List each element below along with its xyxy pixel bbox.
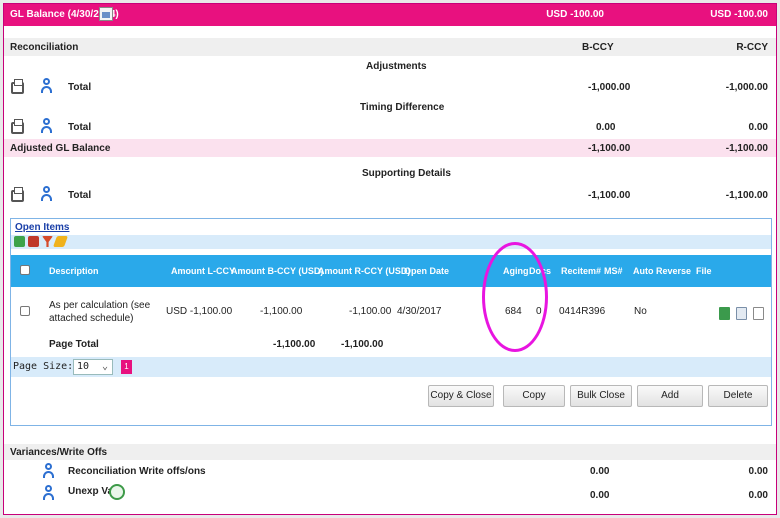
edit-icon[interactable] [52, 236, 69, 247]
print-icon[interactable] [11, 187, 24, 202]
writeoffs-rccy: 0.00 [748, 466, 768, 477]
row-auto-reverse: No [634, 306, 647, 317]
person-icon[interactable] [40, 78, 54, 94]
open-items-panel: Open Items Description Amount L-CCY Amou… [10, 218, 772, 426]
person-icon[interactable] [42, 463, 56, 479]
add-icon[interactable] [14, 236, 25, 247]
supporting-rccy: -1,100.00 [725, 190, 768, 201]
header-left-value: USD -100.00 [546, 9, 604, 20]
delete-button[interactable]: Delete [708, 385, 768, 407]
writeoffs-label: Reconciliation Write offs/ons [68, 466, 206, 477]
timing-total-label: Total [68, 122, 92, 133]
row-amount-lccy: USD -1,100.00 [166, 306, 233, 317]
col-amount-bccy[interactable]: Amount B-CCY (USD) [231, 266, 323, 276]
supporting-bccy: -1,100.00 [588, 190, 631, 201]
variance-row-writeoffs: Reconciliation Write offs/ons 0.00 0.00 [4, 462, 776, 480]
current-page-button[interactable]: 1 [121, 360, 132, 374]
row-description-line2: attached schedule) [49, 313, 134, 324]
page-total-rccy: -1,100.00 [341, 339, 384, 350]
col-description[interactable]: Description [49, 266, 99, 276]
page-size-value: 10 [77, 361, 90, 372]
adjusted-rccy: -1,100.00 [725, 143, 768, 154]
highlight-circle [482, 242, 548, 352]
variance-row-unexp: Unexp Var 0.00 0.00 [4, 482, 776, 504]
bulk-close-button[interactable]: Bulk Close [570, 385, 632, 407]
adjusted-gl-balance-row: Adjusted GL Balance -1,100.00 -1,100.00 [4, 139, 776, 157]
timing-rccy: 0.00 [748, 122, 768, 133]
open-items-link[interactable]: Open Items [15, 222, 69, 233]
page-size-select[interactable]: 10 ⌄ [73, 359, 113, 375]
person-icon[interactable] [42, 485, 56, 501]
supporting-total-label: Total [68, 190, 92, 201]
col-amount-lccy[interactable]: Amount L-CCY [171, 266, 235, 276]
reconciliation-row: Reconciliation B-CCY R-CCY [4, 38, 776, 56]
unexp-var-bccy: 0.00 [590, 490, 610, 501]
unexp-var-rccy: 0.00 [748, 490, 768, 501]
adjustments-heading-row: Adjustments [4, 58, 776, 74]
person-icon[interactable] [40, 118, 54, 134]
adjustments-label: Adjustments [366, 61, 427, 72]
refresh-icon[interactable] [719, 307, 730, 320]
col-recitem[interactable]: Recitem# [561, 266, 601, 276]
print-icon[interactable] [11, 79, 24, 94]
gl-balance-header: GL Balance (4/30/2014) USD -100.00 USD -… [4, 4, 776, 26]
open-items-table-header: Description Amount L-CCY Amount B-CCY (U… [11, 255, 771, 287]
export-icon[interactable] [28, 236, 39, 247]
row-amount-rccy: -1,100.00 [349, 306, 392, 317]
adjusted-gl-balance-label: Adjusted GL Balance [10, 143, 111, 154]
writeoffs-bccy: 0.00 [590, 466, 610, 477]
attachment-icon[interactable] [753, 307, 764, 320]
page-total-bccy: -1,100.00 [273, 339, 316, 350]
page-total-row: Page Total -1,100.00 -1,100.00 [11, 337, 771, 353]
col-open-date[interactable]: Open Date [404, 266, 449, 276]
row-recitem[interactable]: 0414R396 [559, 306, 605, 317]
document-icon[interactable] [736, 307, 747, 320]
gl-balance-panel: GL Balance (4/30/2014) USD -100.00 USD -… [3, 3, 777, 515]
supporting-total-row: Total -1,100.00 -1,100.00 [4, 184, 776, 206]
row-checkbox[interactable] [20, 306, 30, 316]
calendar-icon[interactable] [99, 7, 113, 21]
timing-label: Timing Difference [360, 102, 445, 113]
row-amount-bccy: -1,100.00 [260, 306, 303, 317]
row-description-line1: As per calculation (see [49, 300, 151, 311]
adjustments-bccy: -1,000.00 [588, 82, 631, 93]
bccy-header: B-CCY [582, 42, 614, 53]
refresh-icon[interactable] [109, 484, 125, 500]
print-icon[interactable] [11, 119, 24, 134]
filter-icon[interactable] [42, 236, 53, 247]
adjustments-rccy: -1,000.00 [725, 82, 768, 93]
col-file[interactable]: File [696, 266, 712, 276]
timing-total-row: Total 0.00 0.00 [4, 116, 776, 138]
chevron-down-icon: ⌄ [101, 361, 108, 372]
variances-label: Variances/Write Offs [10, 447, 108, 458]
open-items-toolbar [11, 235, 771, 249]
reconciliation-label: Reconciliation [10, 42, 79, 53]
col-auto-reverse[interactable]: Auto Reverse [633, 266, 691, 276]
select-all-checkbox[interactable] [20, 265, 30, 275]
rccy-header: R-CCY [736, 42, 768, 53]
person-icon[interactable] [40, 186, 54, 202]
adjusted-bccy: -1,100.00 [588, 143, 631, 154]
timing-heading-row: Timing Difference [4, 100, 776, 116]
adjustments-total-row: Total -1,000.00 -1,000.00 [4, 76, 776, 98]
col-ms[interactable]: MS# [604, 266, 623, 276]
header-right-value: USD -100.00 [710, 9, 768, 20]
table-row[interactable]: As per calculation (see attached schedul… [11, 289, 771, 329]
pager-bar: Page Size: 10 ⌄ 1 [11, 357, 771, 377]
adjustments-total-label: Total [68, 82, 92, 93]
copy-button[interactable]: Copy [503, 385, 565, 407]
supporting-label: Supporting Details [362, 168, 451, 179]
variances-heading-row: Variances/Write Offs [4, 444, 776, 460]
page-size-label: Page Size: [13, 361, 74, 372]
col-amount-rccy[interactable]: Amount R-CCY (USD) [318, 266, 410, 276]
add-button[interactable]: Add [637, 385, 703, 407]
row-open-date: 4/30/2017 [397, 306, 442, 317]
copy-close-button[interactable]: Copy & Close [428, 385, 494, 407]
supporting-heading-row: Supporting Details [4, 166, 776, 182]
timing-bccy: 0.00 [596, 122, 616, 133]
page-total-label: Page Total [49, 339, 99, 350]
